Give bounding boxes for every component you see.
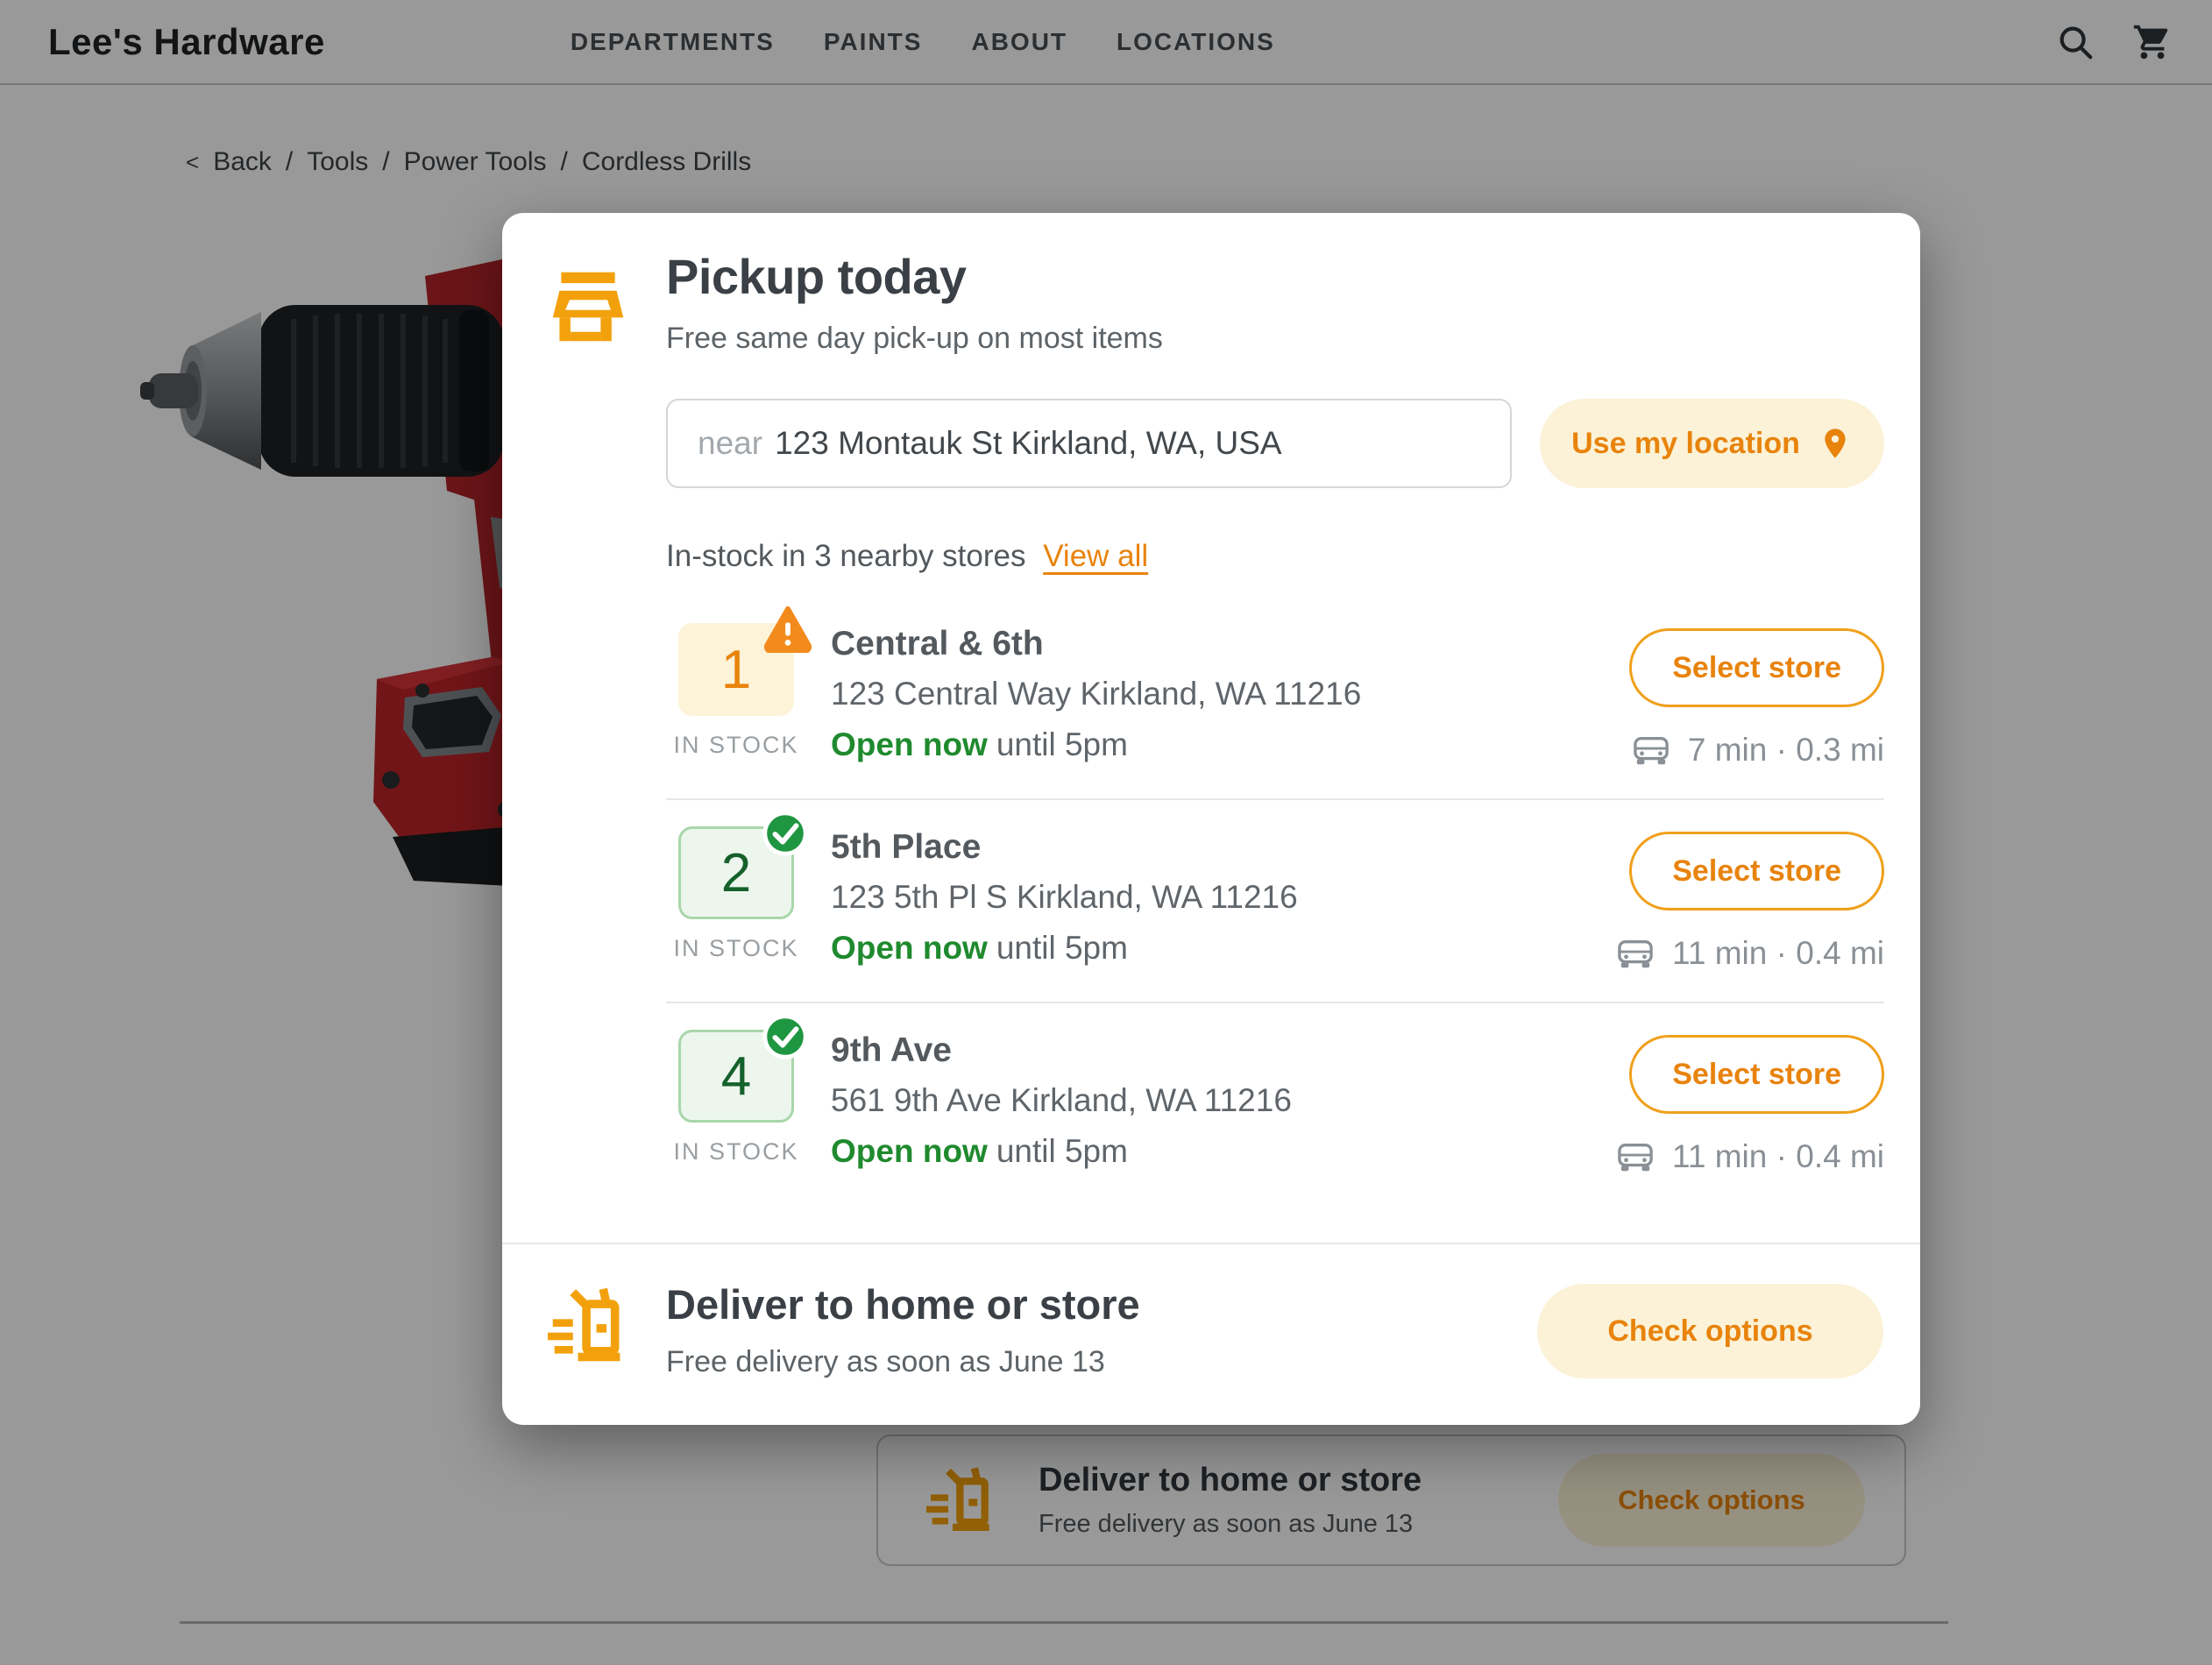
location-pin-icon (1818, 426, 1853, 461)
check-options-button[interactable]: Check options (1537, 1284, 1883, 1378)
select-store-button[interactable]: Select store (1629, 832, 1884, 910)
drive-time: 11 min · 0.4 mi (1672, 935, 1884, 972)
store-address: 561 9th Ave Kirkland, WA 11216 (831, 1082, 1586, 1119)
use-my-location-label: Use my location (1571, 427, 1800, 461)
stock-count-badge: 1 (678, 623, 794, 716)
open-hours: until 5pm (996, 930, 1128, 966)
storefront-icon (548, 266, 628, 346)
stock-count: 4 (721, 1045, 751, 1108)
stock-count: 2 (721, 842, 751, 904)
in-stock-label: IN STOCK (673, 1138, 798, 1166)
open-hours: until 5pm (996, 1133, 1128, 1169)
view-all-link[interactable]: View all (1043, 539, 1148, 573)
car-icon (1614, 936, 1656, 971)
pickup-subtitle: Free same day pick-up on most items (666, 322, 1163, 356)
open-status: Open now (831, 930, 988, 966)
store-name: Central & 6th (831, 625, 1586, 663)
drive-time: 7 min · 0.3 mi (1688, 732, 1884, 769)
delivery-subtitle: Free delivery as soon as June 13 (666, 1345, 1105, 1379)
store-name: 5th Place (831, 828, 1586, 867)
check-icon (760, 808, 811, 859)
store-search-row: near 123 Montauk St Kirkland, WA, USA Us… (666, 399, 1884, 488)
car-icon (1614, 1139, 1656, 1174)
in-stock-label: IN STOCK (673, 732, 798, 759)
store-name: 9th Ave (831, 1031, 1586, 1070)
car-icon (1630, 733, 1672, 768)
select-store-button[interactable]: Select store (1629, 1035, 1884, 1114)
in-stock-label: IN STOCK (673, 935, 798, 962)
delivery-truck-icon (548, 1286, 628, 1366)
open-hours: until 5pm (996, 726, 1128, 762)
open-status: Open now (831, 726, 988, 762)
store-address: 123 Central Way Kirkland, WA 11216 (831, 676, 1586, 712)
open-status: Open now (831, 1133, 988, 1169)
search-prefix-label: near (698, 425, 762, 462)
results-line: In-stock in 3 nearby stores View all (666, 539, 1148, 574)
stock-count-badge: 2 (678, 826, 794, 919)
page-root: Lee's Hardware DEPARTMENTS PAINTS ABOUT … (0, 0, 2212, 1665)
pickup-title: Pickup today (666, 248, 967, 305)
search-input-value: 123 Montauk St Kirkland, WA, USA (775, 425, 1282, 462)
modal-footer-divider (502, 1243, 1920, 1244)
results-text: In-stock in 3 nearby stores (666, 539, 1025, 573)
warning-icon (762, 602, 813, 653)
use-my-location-button[interactable]: Use my location (1540, 399, 1884, 488)
store-row: 4 IN STOCK 9th Ave 561 9th Ave Kirkland,… (666, 1002, 1884, 1205)
delivery-title: Deliver to home or store (666, 1280, 1140, 1328)
stock-count: 1 (721, 639, 751, 701)
drive-time: 11 min · 0.4 mi (1672, 1138, 1884, 1175)
select-store-button[interactable]: Select store (1629, 628, 1884, 707)
pickup-modal: Pickup today Free same day pick-up on mo… (502, 213, 1920, 1425)
store-row: 2 IN STOCK 5th Place 123 5th Pl S Kirkla… (666, 798, 1884, 1002)
check-icon (760, 1011, 811, 1062)
store-search-input[interactable]: near 123 Montauk St Kirkland, WA, USA (666, 399, 1512, 488)
stock-count-badge: 4 (678, 1030, 794, 1123)
store-list: 1 IN STOCK Central & 6th 123 Central Way… (666, 597, 1884, 1205)
store-row: 1 IN STOCK Central & 6th 123 Central Way… (666, 597, 1884, 798)
store-address: 123 5th Pl S Kirkland, WA 11216 (831, 879, 1586, 916)
